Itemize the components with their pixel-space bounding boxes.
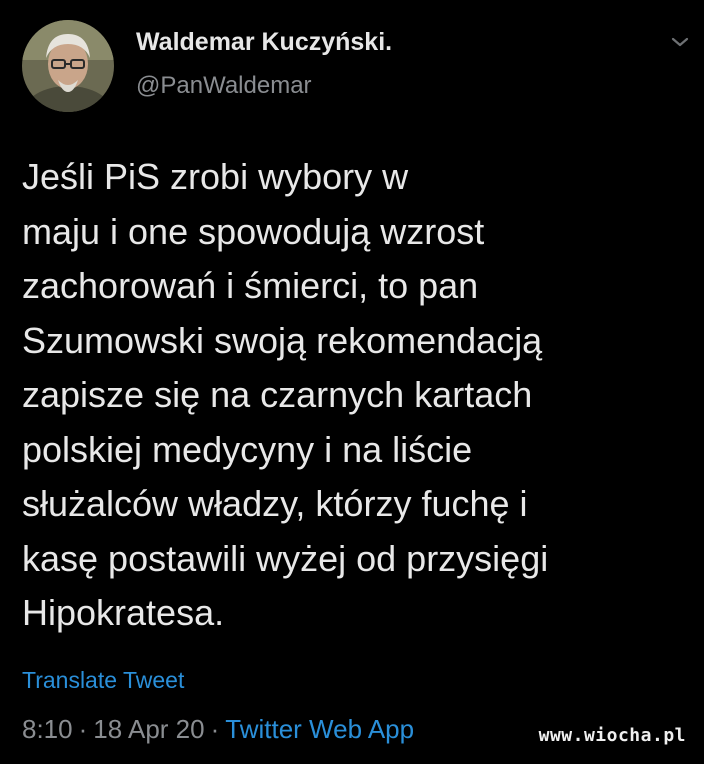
avatar[interactable] — [22, 20, 114, 112]
tweet-text-line: kasę postawili wyżej od przysięgi — [22, 537, 549, 579]
separator: · — [78, 714, 88, 744]
tweet-text-line: Jeśli PiS zrobi wybory w — [22, 156, 409, 197]
tweet-text-line: Szumowski swoją rekomendacją — [22, 319, 543, 361]
chevron-down-icon[interactable] — [668, 32, 692, 52]
separator: · — [210, 714, 220, 744]
tweet-text-line: służalców władzy, którzy fuchę i — [22, 483, 528, 524]
tweet-date[interactable]: 18 Apr 20 — [93, 714, 204, 744]
tweet-text-line: Hipokratesa. — [22, 592, 225, 633]
tweet-card: Waldemar Kuczyński. @PanWaldemar Jeśli P… — [0, 0, 704, 764]
tweet-text-line: zachorowań i śmierci, to pan — [22, 265, 479, 306]
tweet-text: Jeśli PiS zrobi wybory w maju i one spow… — [22, 150, 682, 641]
translate-tweet-link[interactable]: Translate Tweet — [22, 667, 184, 694]
tweet-metadata: 8:10 · 18 Apr 20 · Twitter Web App — [22, 714, 414, 745]
author-display-name[interactable]: Waldemar Kuczyński. — [136, 28, 392, 57]
tweet-time[interactable]: 8:10 — [22, 714, 73, 744]
author-handle[interactable]: @PanWaldemar — [136, 72, 312, 100]
tweet-text-line: polskiej medycyny i na liście — [22, 428, 473, 470]
watermark: www.wiocha.pl — [538, 725, 686, 746]
tweet-text-line: zapisze się na czarnych kartach — [22, 374, 533, 415]
tweet-text-line: maju i one spowodują wzrost — [22, 210, 485, 252]
source-app-link[interactable]: Twitter Web App — [225, 714, 414, 744]
